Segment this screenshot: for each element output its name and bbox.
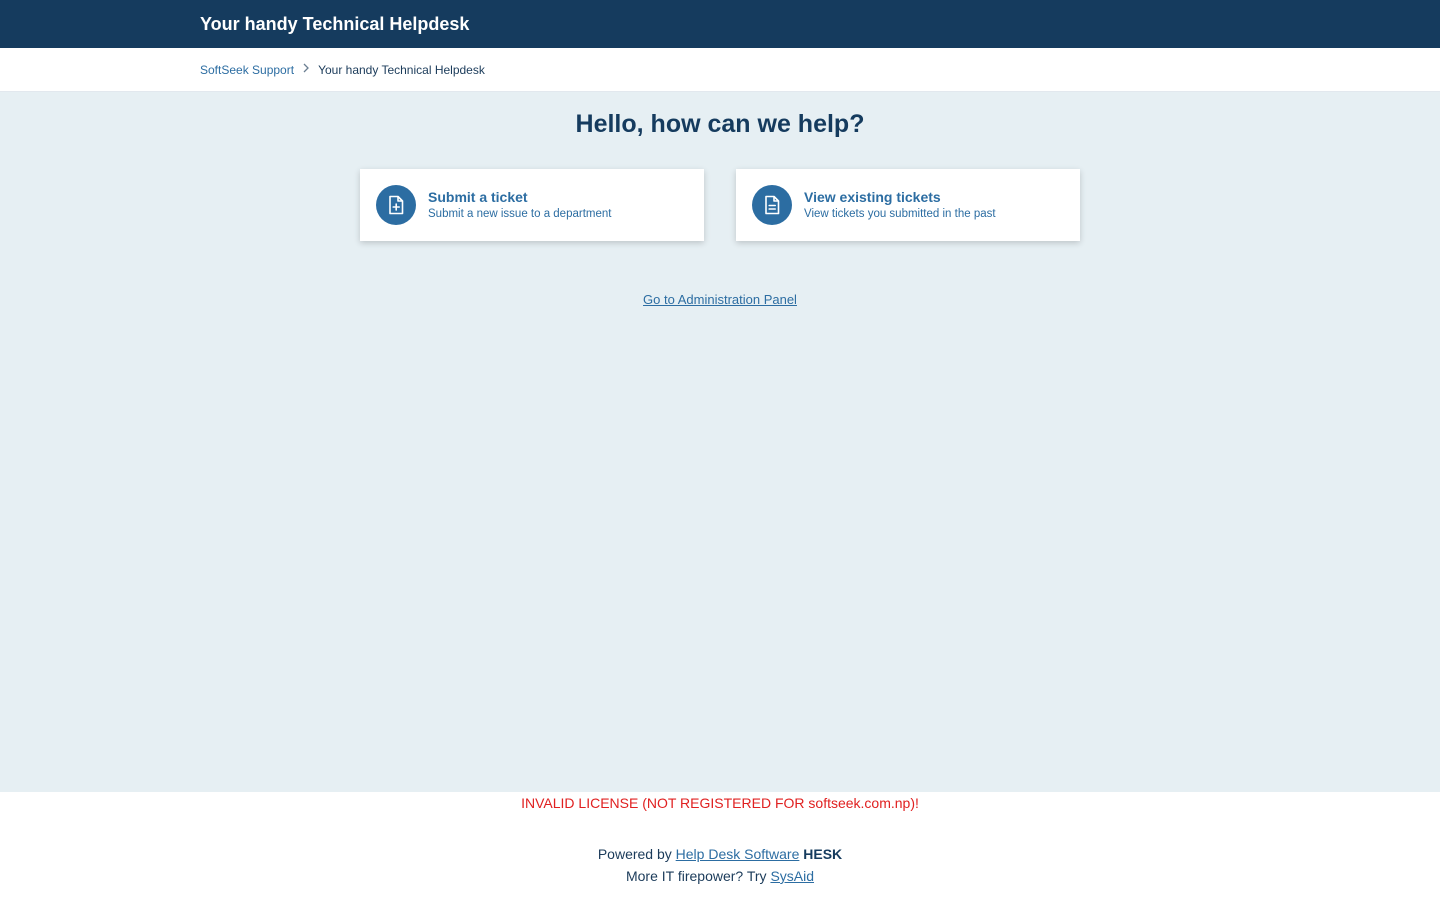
- breadcrumb-item-current: Your handy Technical Helpdesk: [318, 62, 485, 77]
- sysaid-link[interactable]: SysAid: [770, 868, 814, 884]
- footer: INVALID LICENSE (NOT REGISTERED FOR soft…: [0, 792, 1440, 887]
- top-header: Your handy Technical Helpdesk: [0, 0, 1440, 48]
- hesk-brand: HESK: [803, 846, 843, 862]
- submit-ticket-subtitle: Submit a new issue to a department: [428, 207, 612, 220]
- view-tickets-text: View existing tickets View tickets you s…: [804, 188, 996, 223]
- view-tickets-card[interactable]: View existing tickets View tickets you s…: [736, 169, 1080, 241]
- help-desk-software-link[interactable]: Help Desk Software: [676, 846, 800, 862]
- view-tickets-subtitle: View tickets you submitted in the past: [804, 207, 996, 220]
- more-firepower-prefix: More IT firepower? Try: [625, 868, 767, 884]
- action-cards: Submit a ticket Submit a new issue to a …: [0, 169, 1440, 241]
- submit-ticket-title: Submit a ticket: [428, 188, 528, 205]
- admin-panel-link[interactable]: Go to Administration Panel: [643, 292, 797, 307]
- powered-by: Powered by Help Desk Software HESK More …: [0, 843, 1440, 887]
- site-title-link[interactable]: Your handy Technical Helpdesk: [200, 14, 469, 35]
- powered-by-prefix: Powered by: [597, 846, 672, 862]
- file-text-icon: [752, 185, 792, 225]
- powered-by-line: Powered by Help Desk Software HESK: [0, 843, 1440, 865]
- file-plus-icon: [376, 185, 416, 225]
- breadcrumb: SoftSeek Support Your handy Technical He…: [0, 48, 1440, 92]
- page-title: Hello, how can we help?: [575, 110, 865, 138]
- chevron-right-icon: [302, 62, 310, 76]
- view-tickets-title: View existing tickets: [804, 188, 941, 205]
- more-firepower-line: More IT firepower? Try SysAid: [0, 865, 1440, 887]
- admin-link-container: Go to Administration Panel: [0, 291, 1440, 309]
- submit-ticket-card[interactable]: Submit a ticket Submit a new issue to a …: [360, 169, 704, 241]
- breadcrumb-item-softseek-support[interactable]: SoftSeek Support: [200, 63, 294, 77]
- submit-ticket-text: Submit a ticket Submit a new issue to a …: [428, 188, 611, 223]
- license-warning: INVALID LICENSE (NOT REGISTERED FOR soft…: [521, 795, 919, 811]
- main-content: Hello, how can we help? Submit a ticket …: [0, 92, 1440, 792]
